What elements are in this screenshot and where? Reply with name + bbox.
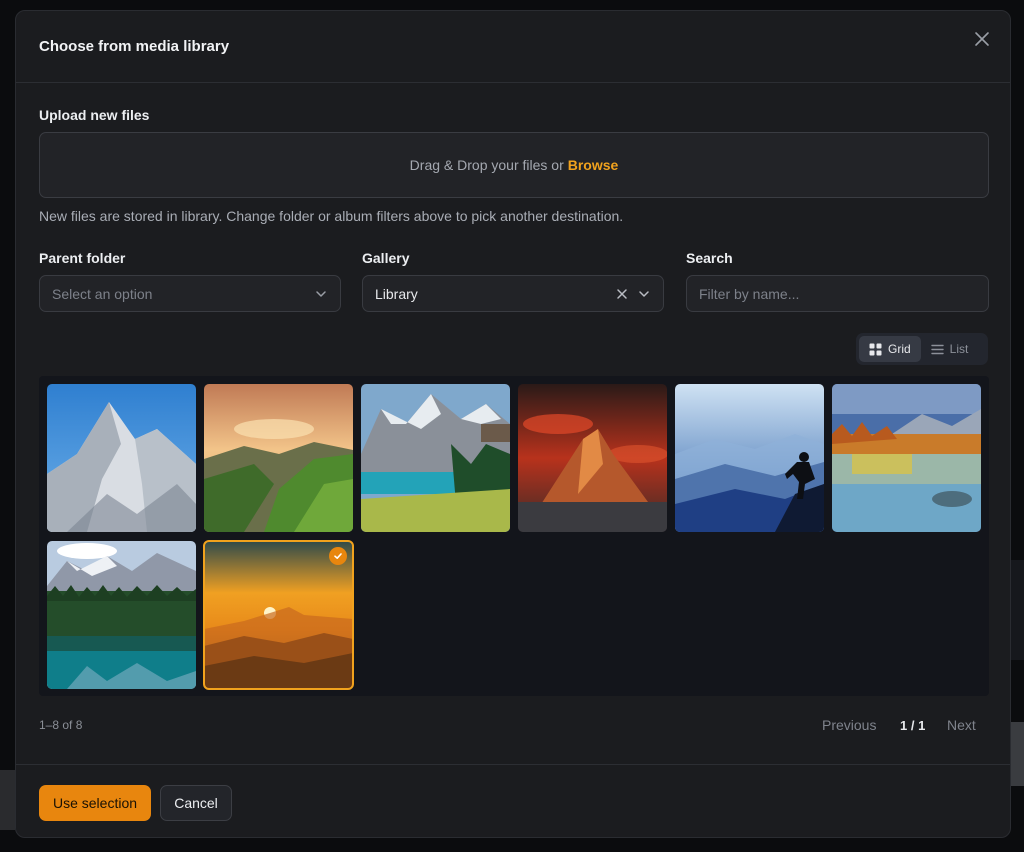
- media-library-modal: Choose from media library Upload new fil…: [15, 10, 1011, 838]
- parent-folder-select[interactable]: Select an option: [39, 275, 341, 312]
- grid-icon: [869, 343, 882, 355]
- valley-sunset-image: [204, 384, 353, 532]
- forest-lake-image: [47, 541, 196, 689]
- gallery-value: Library: [375, 285, 418, 302]
- media-thumbnail[interactable]: [675, 384, 824, 532]
- browse-link[interactable]: Browse: [568, 157, 619, 173]
- media-thumbnail[interactable]: [832, 384, 981, 532]
- sunset-mountains-image: [204, 541, 353, 689]
- close-icon[interactable]: [972, 29, 992, 49]
- media-thumbnail[interactable]: [204, 384, 353, 532]
- chevron-down-icon[interactable]: [314, 287, 328, 301]
- grid-view-button[interactable]: Grid: [859, 336, 921, 362]
- media-thumbnail[interactable]: [47, 384, 196, 532]
- alpine-lake-image: [361, 384, 510, 532]
- gallery-select[interactable]: Library: [362, 275, 664, 312]
- cancel-button[interactable]: Cancel: [160, 785, 232, 821]
- background-panel: [1011, 560, 1024, 660]
- dropzone-text: Drag & Drop your files or: [409, 157, 564, 173]
- view-toggle: Grid List: [856, 333, 988, 365]
- gallery-label: Gallery: [362, 250, 410, 266]
- list-icon: [930, 344, 944, 354]
- previous-page-button[interactable]: Previous: [822, 717, 876, 733]
- media-thumbnail-selected[interactable]: [203, 540, 354, 690]
- modal-title: Choose from media library: [39, 38, 230, 55]
- red-matterhorn-image: [518, 384, 667, 532]
- autumn-lake-image: [832, 384, 981, 532]
- page-indicator: 1 / 1: [900, 718, 926, 733]
- list-view-label: List: [949, 342, 969, 356]
- media-thumbnail[interactable]: [47, 541, 196, 689]
- list-view-button[interactable]: List: [921, 336, 979, 362]
- parent-folder-placeholder: Select an option: [52, 285, 153, 302]
- parent-folder-label: Parent folder: [39, 250, 126, 266]
- media-thumbnail[interactable]: [361, 384, 510, 532]
- hiker-silhouette-image: [675, 384, 824, 532]
- clear-icon[interactable]: [615, 287, 629, 301]
- background-panel: [1011, 722, 1024, 786]
- selected-check-icon: [329, 547, 347, 565]
- modal-footer: Use selection Cancel: [16, 764, 1010, 837]
- upload-dropzone[interactable]: Drag & Drop your files or Browse: [39, 132, 989, 198]
- upload-label: Upload new files: [39, 107, 150, 123]
- search-label: Search: [686, 250, 733, 266]
- modal-header: Choose from media library: [16, 11, 1010, 83]
- search-input[interactable]: [699, 285, 976, 302]
- upload-helper-text: New files are stored in library. Change …: [39, 208, 624, 224]
- media-thumbnail[interactable]: [518, 384, 667, 532]
- chevron-down-icon[interactable]: [637, 287, 651, 301]
- search-field[interactable]: [686, 275, 989, 312]
- background-panel: [0, 770, 15, 830]
- snowy-peak-image: [47, 384, 196, 532]
- grid-view-label: Grid: [888, 342, 911, 356]
- media-grid: [39, 376, 989, 696]
- next-page-button[interactable]: Next: [947, 717, 976, 733]
- use-selection-button[interactable]: Use selection: [39, 785, 151, 821]
- results-count: 1–8 of 8: [39, 718, 83, 732]
